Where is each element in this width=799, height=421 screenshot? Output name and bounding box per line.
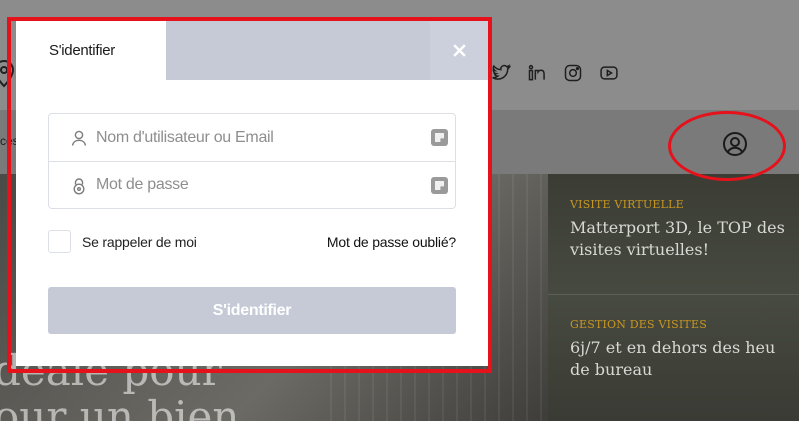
user-account-button[interactable] [722, 131, 748, 157]
news-card-title-line: de bureau [570, 360, 653, 379]
news-card-title-line: Matterport 3D, le TOP des [570, 218, 785, 237]
youtube-icon[interactable] [598, 63, 620, 83]
remember-me[interactable]: Se rappeler de moi [48, 230, 197, 253]
news-card-title[interactable]: 6j/7 et en dehors des heu de bureau [570, 337, 799, 381]
tab-login[interactable]: S'identifier [16, 20, 166, 80]
news-card-title-line: 6j/7 et en dehors des heu [570, 338, 776, 357]
user-icon [70, 129, 88, 147]
login-submit-button[interactable]: S'identifier [48, 287, 456, 334]
password-input[interactable] [49, 162, 455, 208]
login-fields [48, 113, 456, 209]
news-card-title[interactable]: Matterport 3D, le TOP des visites virtue… [570, 217, 799, 261]
news-card[interactable]: VISITE VIRTUELLE Matterport 3D, le TOP d… [570, 198, 799, 261]
tab-bar-spacer [166, 20, 430, 80]
username-input[interactable] [49, 114, 455, 161]
location-pin-icon [0, 58, 16, 88]
modal-tab-bar: S'identifier [16, 20, 488, 80]
news-card-title-line: visites virtuelles! [570, 240, 710, 259]
lock-icon [70, 177, 88, 195]
password-manager-icon[interactable] [431, 177, 448, 194]
forgot-password-link[interactable]: Mot de passe oublié? [327, 234, 456, 250]
twitter-icon[interactable] [490, 63, 512, 83]
news-card-category: GESTION DES VISITES [570, 318, 707, 331]
news-card[interactable]: GESTION DES VISITES 6j/7 et en dehors de… [570, 318, 799, 381]
news-card-category: VISITE VIRTUELLE [570, 198, 684, 211]
login-modal: S'identifier Se rappeler de moi Mot de p… [16, 20, 488, 366]
remember-me-checkbox[interactable] [48, 230, 71, 253]
username-row [49, 114, 455, 161]
close-button[interactable] [430, 20, 488, 80]
close-icon [452, 43, 466, 57]
hero-heading-line: our un bien [0, 392, 240, 421]
instagram-icon[interactable] [562, 63, 584, 83]
social-links [490, 63, 620, 83]
password-row [49, 161, 455, 208]
remember-me-label: Se rappeler de moi [82, 233, 197, 250]
linkedin-icon[interactable] [526, 63, 548, 83]
password-manager-icon[interactable] [431, 129, 448, 146]
